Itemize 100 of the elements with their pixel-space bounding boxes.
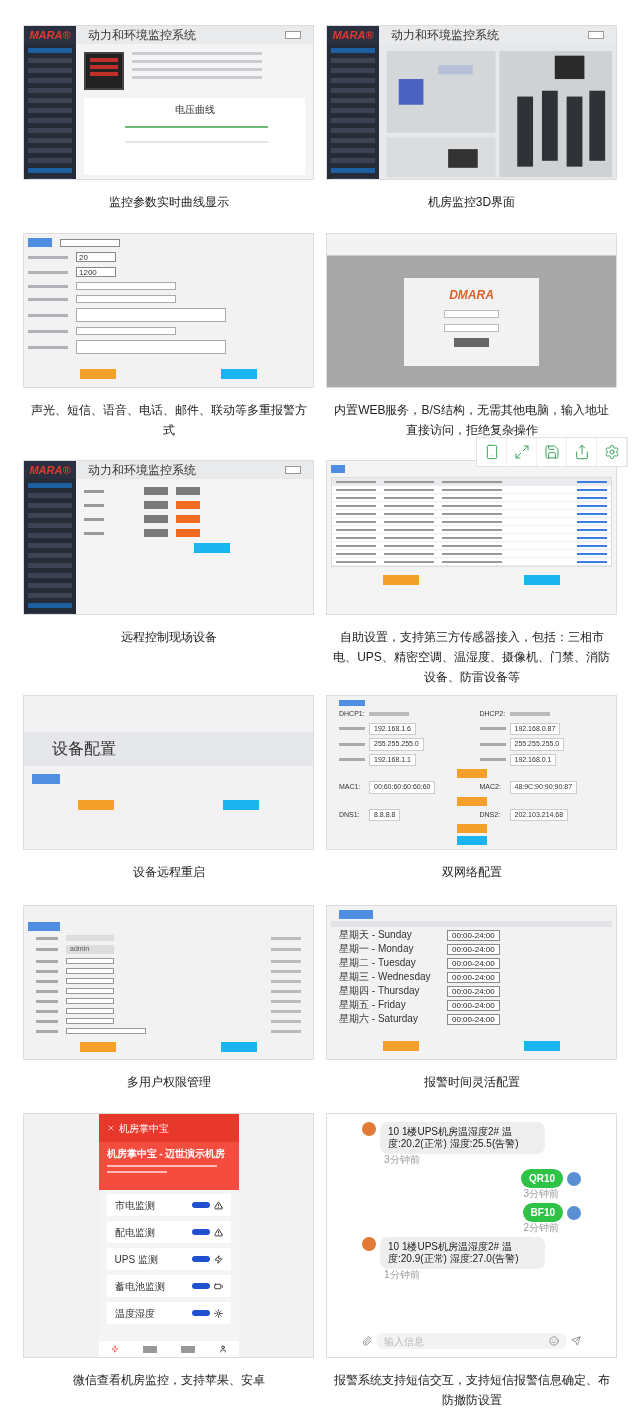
off-button[interactable]: [176, 515, 200, 523]
exit-button[interactable]: [588, 31, 604, 39]
monitor-item[interactable]: 温度湿度: [106, 1302, 231, 1324]
menu-item[interactable]: [331, 168, 375, 173]
on-button[interactable]: [144, 487, 168, 495]
save-button[interactable]: [383, 1041, 420, 1051]
submit-button[interactable]: [456, 769, 487, 778]
input-field[interactable]: 1200: [76, 267, 116, 277]
menu-item[interactable]: [28, 128, 72, 133]
off-button[interactable]: [176, 487, 200, 495]
menu-item[interactable]: [28, 108, 72, 113]
time-field[interactable]: 00:00-24:00: [447, 957, 500, 969]
monitor-item[interactable]: 配电监测: [106, 1221, 231, 1243]
menu-item[interactable]: [28, 168, 72, 173]
menu-item[interactable]: [28, 78, 72, 83]
add-button[interactable]: [383, 575, 420, 585]
menu-item[interactable]: [28, 48, 72, 53]
menu-item[interactable]: [28, 503, 72, 508]
menu-item[interactable]: [28, 138, 72, 143]
send-icon[interactable]: [571, 1336, 581, 1346]
off-button[interactable]: [176, 501, 200, 509]
input-field[interactable]: [76, 327, 176, 335]
back-button[interactable]: [220, 369, 257, 379]
input-field[interactable]: [76, 308, 226, 322]
back-button[interactable]: [523, 575, 560, 585]
menu-item[interactable]: [331, 128, 375, 133]
input-field[interactable]: [66, 1018, 114, 1024]
menu-item[interactable]: [28, 68, 72, 73]
menu-item[interactable]: [28, 88, 72, 93]
settings-tab[interactable]: [331, 465, 345, 473]
menu-item[interactable]: [28, 513, 72, 518]
menu-item[interactable]: [28, 543, 72, 548]
settings-tab[interactable]: [339, 910, 373, 919]
time-field[interactable]: 00:00-24:00: [447, 1013, 500, 1025]
menu-item[interactable]: [28, 563, 72, 568]
menu-item[interactable]: [331, 78, 375, 83]
profile-icon[interactable]: [218, 1345, 227, 1353]
close-icon[interactable]: [106, 1124, 115, 1132]
monitor-item[interactable]: 蓄电池监测: [106, 1275, 231, 1297]
restart-button[interactable]: [78, 800, 115, 810]
exit-button[interactable]: [285, 466, 301, 474]
on-button[interactable]: [144, 501, 168, 509]
menu-item[interactable]: [331, 68, 375, 73]
back-button[interactable]: [194, 543, 230, 553]
menu-item[interactable]: [331, 158, 375, 163]
menu-item[interactable]: [331, 58, 375, 63]
attach-icon[interactable]: [362, 1336, 372, 1346]
input-field[interactable]: [66, 988, 114, 994]
menu-item[interactable]: [331, 118, 375, 123]
monitor-item[interactable]: UPS 监测: [106, 1248, 231, 1270]
menu-item[interactable]: [28, 603, 72, 608]
back-button[interactable]: [222, 800, 259, 810]
menu-item[interactable]: [28, 483, 72, 488]
input-field[interactable]: [66, 978, 114, 984]
input-field[interactable]: [66, 1008, 114, 1014]
time-field[interactable]: 00:00-24:00: [447, 943, 500, 955]
monitor-item[interactable]: 市电监测: [106, 1194, 231, 1216]
login-button[interactable]: [454, 337, 489, 347]
emoji-icon[interactable]: [549, 1336, 559, 1346]
menu-item[interactable]: [28, 493, 72, 498]
menu-item[interactable]: [28, 583, 72, 588]
menu-item[interactable]: [28, 58, 72, 63]
menu-item[interactable]: [331, 108, 375, 113]
select-field[interactable]: [60, 238, 120, 247]
menu-item[interactable]: [28, 98, 72, 103]
input-field[interactable]: [66, 958, 114, 964]
off-button[interactable]: [176, 529, 200, 537]
back-button[interactable]: [523, 1041, 560, 1051]
menu-item[interactable]: [28, 158, 72, 163]
time-field[interactable]: 00:00-24:00: [447, 985, 500, 997]
settings-tab[interactable]: [339, 700, 365, 706]
menu-item[interactable]: [331, 88, 375, 93]
input-field[interactable]: [66, 968, 114, 974]
password-field[interactable]: [444, 323, 499, 332]
time-field[interactable]: 00:00-24:00: [447, 971, 500, 983]
settings-tab[interactable]: [32, 774, 60, 784]
menu-item[interactable]: [28, 523, 72, 528]
on-button[interactable]: [144, 529, 168, 537]
username-field[interactable]: [444, 309, 499, 318]
menu-item[interactable]: [331, 138, 375, 143]
save-button[interactable]: [80, 369, 117, 379]
input-field[interactable]: [66, 998, 114, 1004]
menu-item[interactable]: [331, 48, 375, 53]
menu-item[interactable]: [331, 98, 375, 103]
menu-item[interactable]: [28, 118, 72, 123]
menu-item[interactable]: [28, 593, 72, 598]
input-field[interactable]: [76, 282, 176, 290]
settings-tab[interactable]: [28, 922, 60, 931]
input-field[interactable]: [76, 295, 176, 303]
input-field[interactable]: [76, 340, 226, 354]
submit-button[interactable]: [456, 796, 487, 806]
time-field[interactable]: 00:00-24:00: [447, 929, 500, 941]
menu-item[interactable]: [28, 148, 72, 153]
input-field[interactable]: 20: [76, 252, 116, 262]
input-field[interactable]: [66, 1028, 146, 1034]
time-field[interactable]: 00:00-24:00: [447, 999, 500, 1011]
submit-button[interactable]: [456, 824, 487, 833]
save-button[interactable]: [80, 1042, 117, 1052]
on-button[interactable]: [144, 515, 168, 523]
menu-item[interactable]: [28, 553, 72, 558]
